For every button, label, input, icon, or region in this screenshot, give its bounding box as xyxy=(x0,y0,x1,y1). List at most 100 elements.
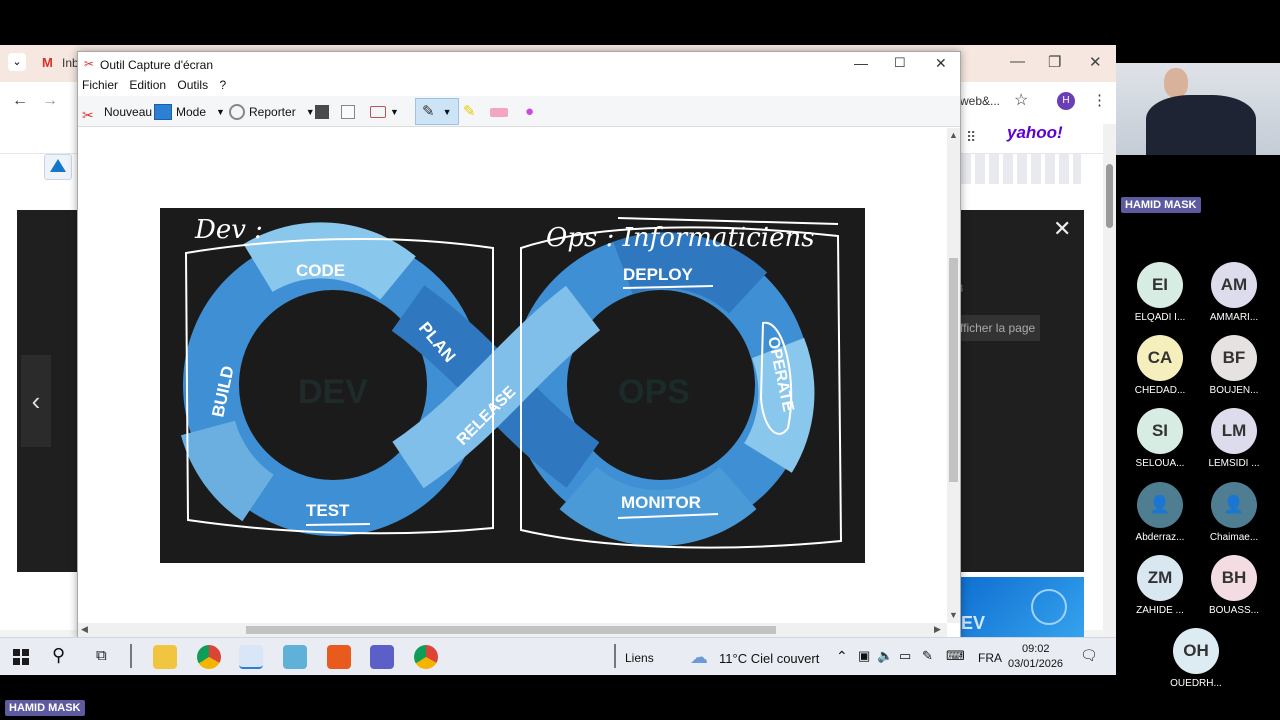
send-dropdown-icon[interactable]: ▼ xyxy=(390,101,399,123)
avatar: ZM xyxy=(1137,555,1183,601)
menu-kebab-icon[interactable]: ⋮ xyxy=(1092,91,1107,109)
participant-tile[interactable]: BH BOUASS... xyxy=(1199,555,1269,616)
tab-search-icon[interactable]: ⌄ xyxy=(8,53,26,71)
snip-horizontal-scrollbar[interactable]: ◀ ▶ xyxy=(78,623,947,637)
scissors-icon: ✂ xyxy=(84,57,95,71)
menu-edition[interactable]: Edition xyxy=(129,78,166,92)
shared-screen: ⌄ M Inb — ❐ ✕ ← → web&... ☆ H ⋮ ⠿ yahoo!… xyxy=(0,45,1116,675)
avatar: 👤 xyxy=(1211,482,1257,528)
weather-icon: ☁ xyxy=(690,647,708,667)
language-indicator[interactable]: FRA xyxy=(978,651,1002,665)
presenter-name-chip: HAMID MASK xyxy=(1121,197,1201,213)
mode-button[interactable]: Mode ▼ xyxy=(154,101,225,123)
participant-tile[interactable]: OH OUEDRH... xyxy=(1161,628,1231,689)
forward-icon[interactable]: → xyxy=(42,92,58,110)
avatar: SI xyxy=(1137,408,1183,454)
weather-text[interactable]: 11°C Ciel couvert xyxy=(719,651,819,666)
chrome-icon[interactable] xyxy=(197,645,221,669)
file-explorer-icon[interactable] xyxy=(153,645,177,669)
delay-label: Reporter xyxy=(249,105,296,119)
highlighter-button[interactable]: ✎ xyxy=(463,101,476,123)
clock-date[interactable]: 03/01/2026 xyxy=(1008,658,1063,670)
scroll-left-icon[interactable]: ◀ xyxy=(81,624,88,635)
delay-button[interactable]: Reporter ▼ xyxy=(229,101,315,123)
mode-icon xyxy=(154,104,172,120)
profile-avatar[interactable]: H xyxy=(1057,92,1075,110)
menu-outils[interactable]: Outils xyxy=(177,78,208,92)
chevron-up-icon[interactable]: ⌃ xyxy=(836,648,848,665)
apps-grid-icon[interactable]: ⠿ xyxy=(966,129,976,146)
windows-start-icon[interactable] xyxy=(13,649,29,665)
participant-tile[interactable]: 👤 Abderraz... xyxy=(1125,482,1195,543)
tray-camera-icon[interactable]: ▣ xyxy=(858,648,870,664)
maximize-icon[interactable]: ☐ xyxy=(894,55,906,71)
network-icon[interactable]: ▭ xyxy=(899,648,911,664)
participant-name: ELQADI I... xyxy=(1134,312,1186,323)
pen-tray-icon[interactable]: ✎ xyxy=(922,648,933,664)
menu-help[interactable]: ? xyxy=(219,78,226,92)
links-toolbar[interactable]: Liens xyxy=(625,651,654,665)
speaker-icon[interactable]: 🔈 xyxy=(877,648,893,664)
show-page-button[interactable]: fficher la page xyxy=(956,315,1040,341)
browser-minimize-icon[interactable]: — xyxy=(1010,53,1025,70)
participant-name: LEMSIDI ... xyxy=(1208,458,1260,469)
scroll-down-icon[interactable]: ▼ xyxy=(949,610,958,620)
search-icon[interactable]: ⚲ xyxy=(52,645,65,666)
new-button[interactable]: ✂ Nouveau xyxy=(82,101,152,123)
scroll-right-icon[interactable]: ▶ xyxy=(934,624,941,635)
copy-icon xyxy=(341,105,355,119)
reader-app-icon[interactable] xyxy=(327,645,351,669)
snipping-tool-taskbar-icon[interactable] xyxy=(239,645,263,669)
scroll-thumb[interactable] xyxy=(949,258,958,482)
avatar: 👤 xyxy=(1137,482,1183,528)
hscroll-thumb[interactable] xyxy=(246,626,776,634)
participants-panel: HAMID MASK EI ELQADI I... AM AMMARI... C… xyxy=(1116,45,1280,689)
clock-time[interactable]: 09:02 xyxy=(1022,643,1050,655)
task-view-icon[interactable]: ⧉ xyxy=(96,647,107,664)
notes-app-icon[interactable] xyxy=(283,645,307,669)
presenter-head xyxy=(1164,68,1188,98)
participant-tile[interactable]: EI ELQADI I... xyxy=(1125,262,1195,323)
new-label: Nouveau xyxy=(104,105,153,119)
paint3d-button[interactable]: ● xyxy=(525,101,534,123)
participant-tile[interactable]: SI SELOUA... xyxy=(1125,408,1195,469)
pen-button[interactable]: ✎ ▼ xyxy=(415,98,459,125)
browser-close-icon[interactable]: ✕ xyxy=(1089,53,1102,71)
participant-tile[interactable]: ZM ZAHIDE ... xyxy=(1125,555,1195,616)
participant-tile[interactable]: CA CHEDAD... xyxy=(1125,335,1195,396)
chevron-left-icon[interactable]: ‹ xyxy=(21,355,51,447)
participant-tile[interactable]: LM LEMSIDI ... xyxy=(1199,408,1269,469)
send-button[interactable]: ▼ xyxy=(370,101,399,123)
copy-button[interactable] xyxy=(341,101,359,123)
close-icon[interactable]: ✕ xyxy=(935,55,947,72)
participant-tile[interactable]: BF BOUJEN... xyxy=(1199,335,1269,396)
menu-fichier[interactable]: Fichier xyxy=(82,78,118,92)
eraser-icon xyxy=(490,107,508,117)
back-icon[interactable]: ← xyxy=(12,92,28,110)
participant-tile[interactable]: AM AMMARI... xyxy=(1199,262,1269,323)
notifications-icon[interactable]: 🗨 xyxy=(1080,647,1098,664)
teams-icon[interactable] xyxy=(370,645,394,669)
pen-dropdown-icon[interactable]: ▼ xyxy=(443,101,452,123)
chrome-icon-2[interactable] xyxy=(414,645,438,669)
partner-logos xyxy=(961,154,1081,184)
delay-dropdown-icon[interactable]: ▼ xyxy=(306,101,315,123)
participant-tile[interactable]: 👤 Chaimae... xyxy=(1199,482,1269,543)
pen-icon: ✎ xyxy=(422,102,435,120)
participant-name: ZAHIDE ... xyxy=(1136,605,1184,616)
mode-dropdown-icon[interactable]: ▼ xyxy=(216,101,225,123)
snip-canvas: DEV OPS CODE PLAN BUILD TEST RELEASE DEP… xyxy=(78,128,947,623)
keyboard-icon[interactable]: ⌨ xyxy=(946,648,965,664)
browser-restore-icon[interactable]: ❐ xyxy=(1048,53,1061,71)
save-button[interactable] xyxy=(315,101,333,123)
close-icon[interactable]: ✕ xyxy=(1053,216,1071,242)
browser-scrollbar[interactable] xyxy=(1103,124,1116,644)
stage-deploy: DEPLOY xyxy=(623,265,694,284)
scroll-up-icon[interactable]: ▲ xyxy=(949,130,958,140)
minimize-icon[interactable]: — xyxy=(854,55,868,71)
bookmark-star-icon[interactable]: ☆ xyxy=(1014,90,1028,110)
participant-name: CHEDAD... xyxy=(1134,385,1186,396)
snip-vertical-scrollbar[interactable]: ▲ ▼ xyxy=(947,128,960,623)
eraser-button[interactable] xyxy=(490,101,512,123)
address-bar-text[interactable]: web&... xyxy=(960,94,1000,108)
